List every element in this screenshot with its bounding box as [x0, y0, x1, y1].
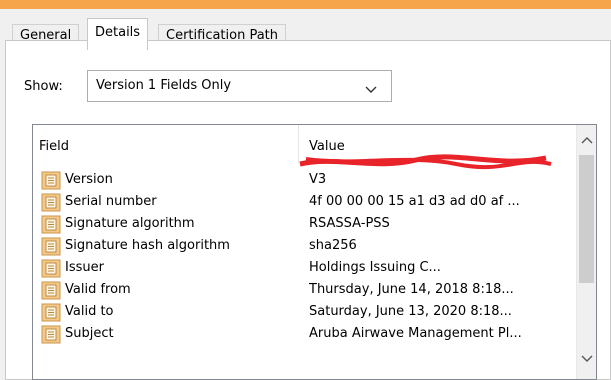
column-header-field[interactable]: Field [33, 125, 299, 163]
fields-rows: Version V3 Serial number 4f 00 00 00 15 a1 … [33, 169, 576, 345]
field-value: sha256 [309, 238, 357, 253]
list-item[interactable]: Serial number 4f 00 00 00 15 a1 d3 ad d0 … [33, 191, 576, 213]
chevron-down-icon[interactable] [581, 353, 593, 365]
field-value: Thursday, June 14, 2018 8:18... [309, 282, 514, 297]
chevron-up-icon[interactable] [581, 135, 593, 147]
field-name: Valid to [65, 304, 114, 319]
field-name: Subject [65, 326, 114, 341]
certificate-field-icon [41, 171, 61, 190]
field-value: V3 [309, 172, 327, 187]
field-name: Issuer [65, 260, 104, 275]
field-name: Serial number [65, 194, 157, 209]
certificate-field-icon [41, 259, 61, 278]
show-dropdown-value: Version 1 Fields Only [96, 78, 232, 93]
certificate-field-icon [41, 237, 61, 256]
certificate-field-icon [41, 193, 61, 212]
tab-details[interactable]: Details [87, 18, 149, 50]
certificate-field-icon [41, 281, 61, 300]
list-item[interactable]: Signature hash algorithm sha256 [33, 235, 576, 257]
show-label: Show: [24, 79, 63, 94]
field-value: Aruba Airwave Management Pl... [309, 326, 522, 341]
certificate-field-icon [41, 303, 61, 322]
field-value: Saturday, June 13, 2020 8:18... [309, 304, 512, 319]
chevron-down-icon [365, 83, 377, 98]
field-name: Version [65, 172, 113, 187]
field-name: Valid from [65, 282, 131, 297]
field-name: Signature algorithm [65, 216, 195, 231]
list-item[interactable]: Signature algorithm RSASSA-PSS [33, 213, 576, 235]
field-value: Holdings Issuing C... [309, 260, 441, 275]
list-item[interactable]: Valid to Saturday, June 13, 2020 8:18... [33, 301, 576, 323]
list-item[interactable]: Subject Aruba Airwave Management Pl... [33, 323, 576, 345]
show-dropdown[interactable]: Version 1 Fields Only [87, 70, 392, 102]
field-value: 4f 00 00 00 15 a1 d3 ad d0 af ... [309, 194, 520, 209]
scrollbar-thumb[interactable] [579, 155, 594, 283]
list-item[interactable]: Valid from Thursday, June 14, 2018 8:18..… [33, 279, 576, 301]
certificate-field-icon [41, 215, 61, 234]
redaction-scribble [299, 154, 552, 170]
window-title-accent [0, 0, 611, 9]
field-value: RSASSA-PSS [309, 216, 390, 231]
vertical-scrollbar[interactable] [576, 125, 596, 379]
field-name: Signature hash algorithm [65, 238, 230, 253]
list-item[interactable]: Issuer Holdings Issuing C... [33, 257, 576, 279]
certificate-field-icon [41, 325, 61, 344]
